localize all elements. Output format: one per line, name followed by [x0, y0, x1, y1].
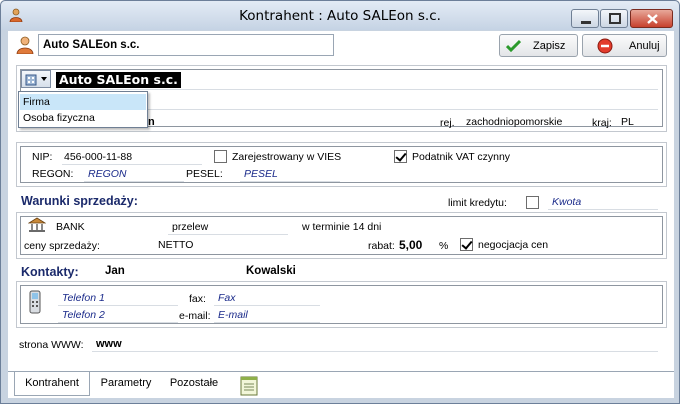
- nip-label: NIP:: [32, 151, 53, 163]
- contacts-section-title: Kontakty:: [21, 265, 79, 279]
- cancel-label: Anuluj: [629, 40, 660, 52]
- credit-limit-field[interactable]: Kwota: [552, 196, 581, 208]
- nip-value[interactable]: 456-000-11-88: [64, 151, 132, 163]
- selected-name[interactable]: Auto SALEon s.c.: [56, 72, 181, 88]
- entity-type-menu: Firma Osoba fizyczna: [18, 91, 148, 128]
- region-label: rej.: [440, 117, 455, 129]
- vat-checkbox[interactable]: [394, 150, 407, 163]
- building-icon: [25, 74, 47, 86]
- vat-label: Podatnik VAT czynny: [412, 151, 511, 163]
- tab-bar: Kontrahent Parametry Pozostałe: [8, 371, 674, 398]
- menu-item-osoba-fizyczna[interactable]: Osoba fizyczna: [20, 110, 146, 126]
- tab-kontrahent[interactable]: Kontrahent: [14, 372, 90, 396]
- www-label: strona WWW:: [19, 339, 84, 351]
- menu-item-firma[interactable]: Firma: [20, 94, 146, 110]
- contractor-name-field[interactable]: Auto SALEon s.c.: [38, 34, 334, 56]
- payment-term[interactable]: w terminie 14 dni: [302, 221, 381, 233]
- fax-label: fax:: [189, 293, 206, 305]
- negotiation-label: negocjacja cen: [478, 239, 549, 251]
- phone1-field[interactable]: Telefon 1: [62, 292, 105, 304]
- save-label: Zapisz: [533, 40, 566, 52]
- email-field[interactable]: E-mail: [218, 309, 248, 321]
- tab-pozostale[interactable]: Pozostałe: [164, 372, 224, 396]
- www-field[interactable]: www: [96, 338, 122, 350]
- vies-checkbox[interactable]: [214, 150, 227, 163]
- contact-first-name[interactable]: Jan: [105, 265, 125, 277]
- notes-icon[interactable]: [240, 376, 258, 396]
- form-body: Auto SALEon s.c. Zapisz Anuluj n rej. za…: [8, 31, 674, 398]
- contact-last-name[interactable]: Kowalski: [246, 265, 296, 277]
- maximize-icon: [609, 13, 621, 24]
- credit-limit-checkbox[interactable]: [526, 196, 539, 209]
- cancel-button[interactable]: Anuluj: [582, 34, 667, 57]
- discount-label: rabat:: [368, 240, 395, 252]
- credit-limit-label: limit kredytu:: [448, 197, 507, 209]
- phone-icon: [29, 290, 41, 314]
- cancel-icon: [597, 38, 613, 54]
- close-icon: [647, 14, 658, 24]
- close-button[interactable]: [630, 9, 673, 28]
- maximize-button[interactable]: [600, 9, 628, 28]
- payment-method[interactable]: BANK: [56, 221, 85, 233]
- phone2-field[interactable]: Telefon 2: [62, 309, 105, 321]
- entity-type-dropdown[interactable]: [21, 70, 51, 88]
- fax-field[interactable]: Fax: [218, 292, 236, 304]
- discount-unit: %: [439, 240, 449, 252]
- bank-icon: [28, 217, 46, 232]
- regon-field[interactable]: REGON: [88, 168, 127, 180]
- prices-value[interactable]: NETTO: [158, 239, 193, 251]
- minimize-button[interactable]: [571, 9, 599, 28]
- negotiation-checkbox[interactable]: [460, 238, 473, 251]
- region-value[interactable]: zachodniopomorskie: [466, 116, 562, 128]
- main-window: Kontrahent : Auto SALEon s.c. Auto SALEo…: [0, 0, 680, 404]
- tab-parametry[interactable]: Parametry: [96, 372, 156, 396]
- email-label: e-mail:: [179, 310, 211, 322]
- save-button[interactable]: Zapisz: [499, 34, 578, 57]
- sales-panel: [16, 212, 667, 259]
- vies-label: Zarejestrowany w VIES: [232, 151, 342, 163]
- pesel-label: PESEL:: [186, 168, 223, 180]
- checkmark-icon: [506, 39, 521, 53]
- sales-section-title: Warunki sprzedaży:: [21, 194, 138, 208]
- regon-label: REGON:: [32, 168, 74, 180]
- name-continuation: n: [148, 116, 155, 128]
- person-icon: [16, 36, 34, 54]
- discount-value[interactable]: 5,00: [399, 238, 422, 252]
- pesel-field[interactable]: PESEL: [244, 168, 278, 180]
- minimize-icon: [581, 21, 591, 24]
- title-bar[interactable]: Kontrahent : Auto SALEon s.c.: [1, 1, 679, 30]
- country-label: kraj:: [592, 117, 612, 129]
- payment-type[interactable]: przelew: [172, 221, 208, 233]
- country-value[interactable]: PL: [621, 116, 634, 128]
- prices-label: ceny sprzedaży:: [24, 240, 100, 252]
